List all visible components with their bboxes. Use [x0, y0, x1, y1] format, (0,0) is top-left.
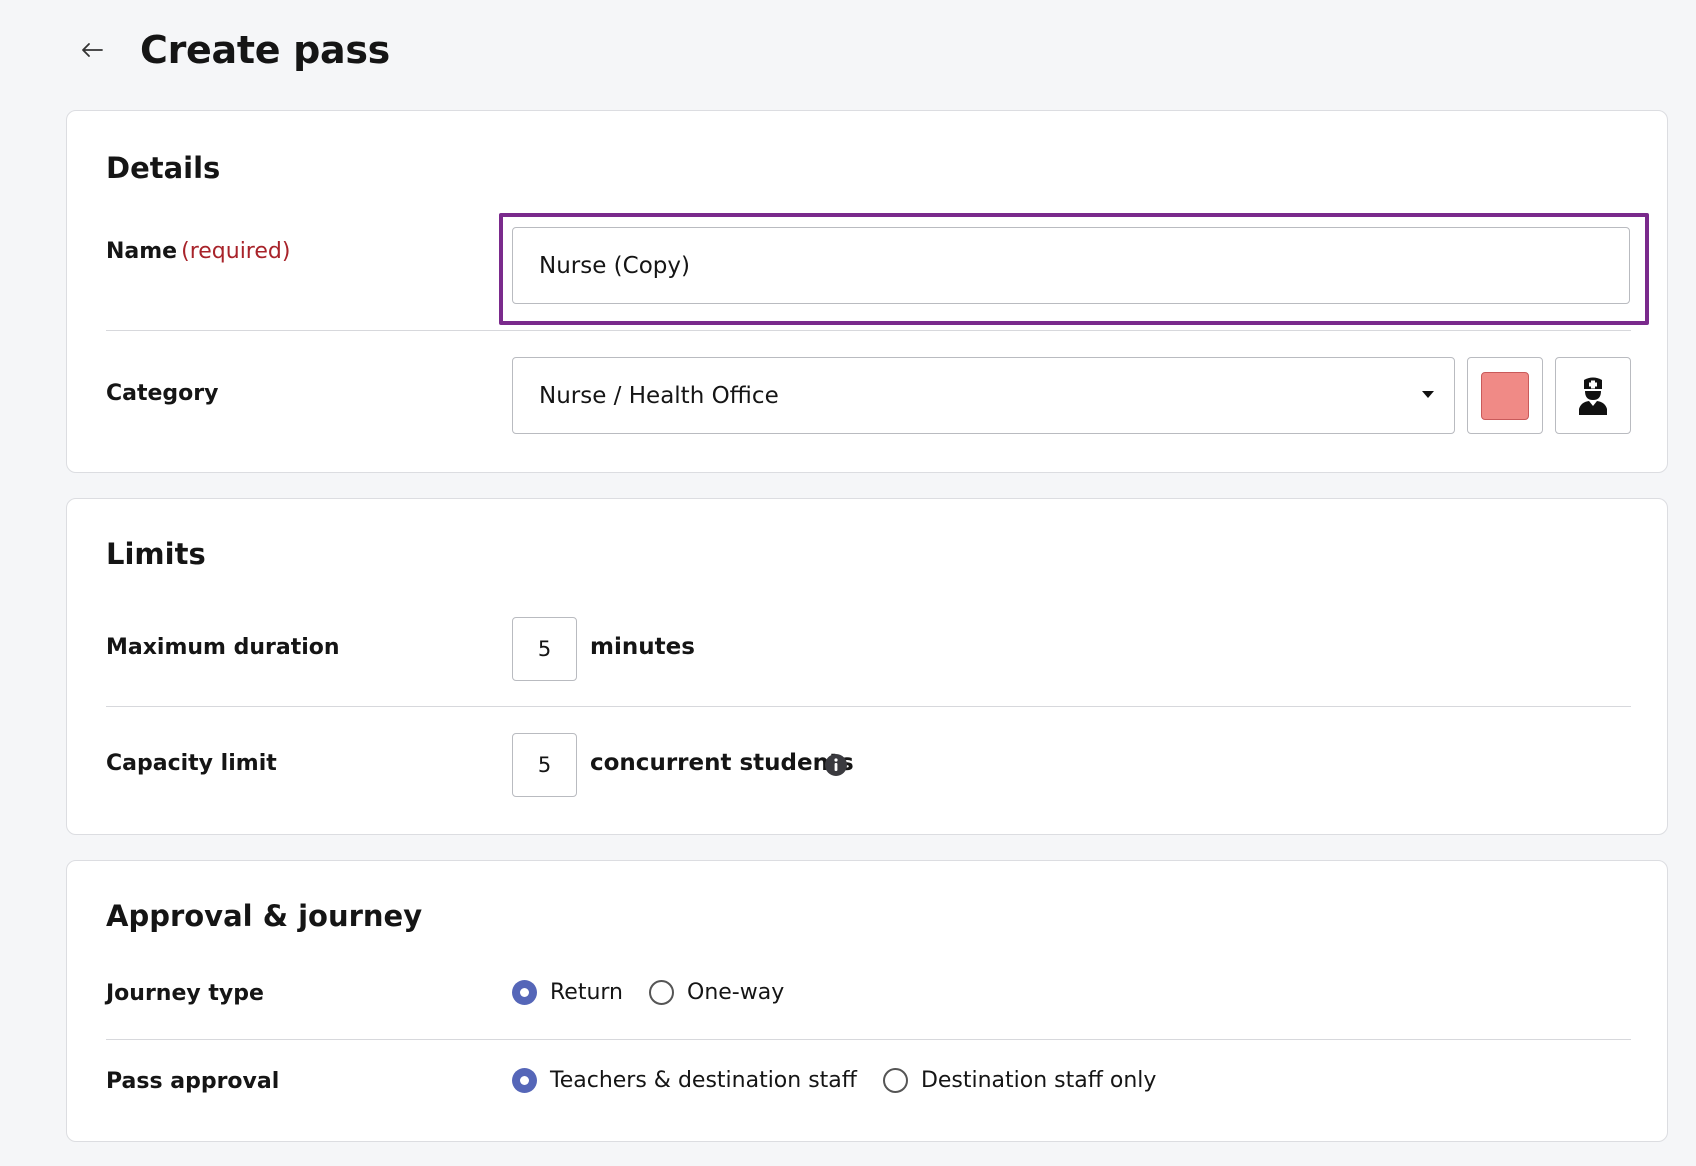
radio-checked-icon	[512, 1068, 537, 1093]
category-label: Category	[106, 381, 219, 406]
details-card: Details Name (required) Nurse (Copy) Cate…	[66, 110, 1668, 473]
info-icon[interactable]	[824, 753, 848, 777]
limits-card: Limits Maximum duration 5 minutes Capaci…	[66, 498, 1668, 835]
radio-unchecked-icon	[882, 1068, 908, 1093]
page-title: Create pass	[140, 28, 390, 72]
back-button[interactable]	[74, 32, 110, 68]
page-header: Create pass	[74, 20, 390, 80]
journey-oneway-label: One-way	[687, 980, 785, 1005]
approval-teachers-label: Teachers & destination staff	[550, 1068, 857, 1093]
radio-unchecked-icon	[649, 980, 675, 1005]
approval-section-title: Approval & journey	[106, 899, 423, 933]
approval-card: Approval & journey Journey type Return O…	[66, 860, 1668, 1142]
capacity-label: Capacity limit	[106, 751, 277, 776]
limits-section-title: Limits	[106, 537, 206, 571]
color-picker-button[interactable]	[1467, 357, 1543, 434]
journey-return-label: Return	[550, 980, 624, 1005]
max-duration-unit: minutes	[590, 634, 695, 660]
required-indicator: (required)	[181, 239, 291, 264]
max-duration-input[interactable]: 5	[512, 617, 577, 681]
name-label-text: Name	[106, 239, 178, 264]
nurse-icon	[1579, 377, 1607, 415]
radio-checked-icon	[512, 980, 537, 1005]
divider	[106, 1039, 1631, 1040]
approval-destination-radio[interactable]: Destination staff only	[882, 1068, 1157, 1093]
name-input-value: Nurse (Copy)	[539, 252, 690, 279]
details-section-title: Details	[106, 151, 221, 185]
pass-approval-label: Pass approval	[106, 1069, 280, 1094]
arrow-left-icon	[82, 43, 103, 57]
max-duration-value: 5	[537, 637, 552, 661]
category-select[interactable]: Nurse / Health Office	[512, 357, 1455, 434]
color-swatch	[1481, 371, 1529, 420]
name-input[interactable]: Nurse (Copy)	[512, 227, 1630, 304]
divider	[106, 706, 1631, 707]
pass-approval-radio-group: Teachers & destination staff Destination…	[512, 1068, 1182, 1093]
capacity-input[interactable]: 5	[512, 733, 577, 797]
approval-teachers-radio[interactable]: Teachers & destination staff	[512, 1068, 857, 1093]
category-select-value: Nurse / Health Office	[539, 382, 779, 409]
icon-picker-button[interactable]	[1555, 357, 1631, 434]
create-pass-page: Create pass Details Name (required) Nurse…	[0, 0, 1696, 1166]
journey-return-radio[interactable]: Return	[512, 980, 623, 1005]
divider	[106, 330, 1631, 331]
journey-oneway-radio[interactable]: One-way	[649, 980, 784, 1005]
chevron-down-icon	[1422, 391, 1434, 398]
approval-destination-label: Destination staff only	[920, 1068, 1157, 1093]
capacity-value: 5	[537, 753, 552, 777]
journey-type-radio-group: Return One-way	[512, 980, 810, 1005]
capacity-unit: concurrent students	[590, 750, 854, 776]
max-duration-label: Maximum duration	[106, 635, 340, 660]
name-label: Name (required)	[106, 239, 290, 264]
journey-type-label: Journey type	[106, 981, 264, 1006]
